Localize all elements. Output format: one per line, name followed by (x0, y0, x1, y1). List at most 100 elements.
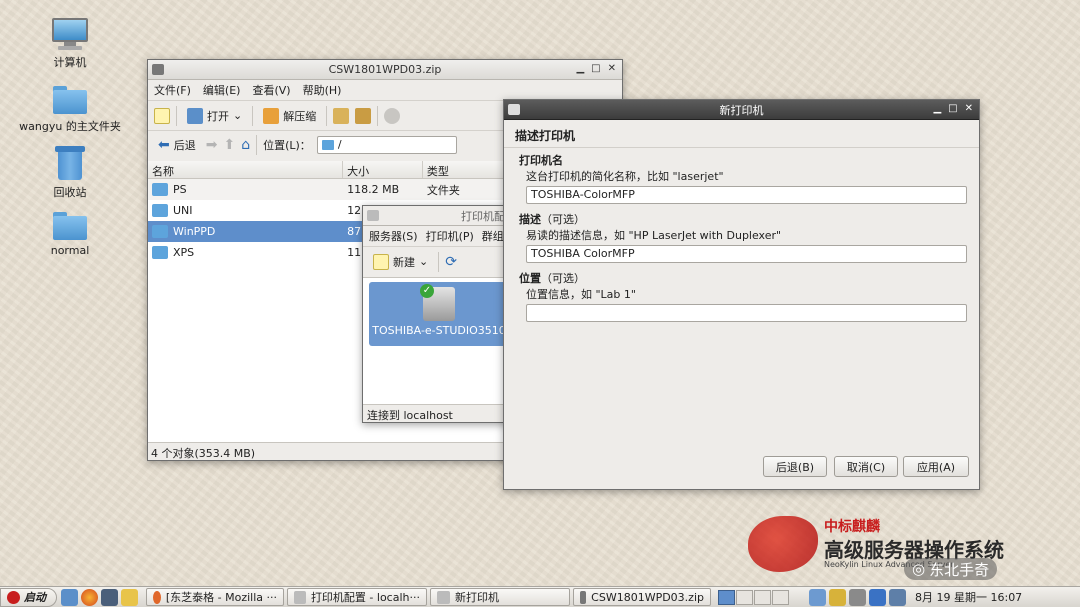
text-editor-icon[interactable] (121, 588, 138, 606)
extract-button[interactable]: 解压缩 (259, 105, 320, 127)
separator (326, 105, 328, 126)
menu-group[interactable]: 群组 (482, 228, 504, 244)
bluetooth-icon[interactable] (869, 588, 886, 606)
home-icon[interactable]: ⌂ (241, 137, 250, 153)
clock[interactable]: 8月 19 星期一 16:07 (915, 589, 1022, 605)
new-archive-icon[interactable] (154, 107, 170, 124)
firefox-icon (153, 590, 161, 604)
taskbar-item-archive[interactable]: CSW1801WPD03.zip (573, 588, 711, 606)
new-printer-dialog: 新打印机 ▁ □ ✕ 描述打印机 打印机名 这台打印机的简化名称，比如 "laser… (503, 99, 980, 490)
separator (176, 105, 177, 126)
desktop-icon-label: 计算机 (53, 56, 87, 69)
printer-item[interactable]: ✓ TOSHIBA-e-STUDIO3510 (369, 282, 509, 346)
window-title: CSW1801WPD03.zip (328, 63, 442, 76)
open-button[interactable]: 打开 ⌄ (183, 105, 246, 127)
file-size: 118.2 MB (347, 183, 400, 196)
forward-arrow-icon[interactable]: ➡ (206, 137, 218, 153)
column-name[interactable]: 名称 (148, 161, 344, 178)
printer-name-input[interactable]: TOSHIBA-ColorMFP (526, 186, 967, 204)
minimize-icon[interactable]: ▁ (576, 63, 584, 74)
firefox-icon[interactable] (81, 588, 98, 606)
refresh-icon[interactable]: ⟳ (445, 254, 457, 270)
location-input[interactable] (526, 304, 967, 322)
name-hint: 这台打印机的简化名称，比如 "laserjet" (526, 170, 724, 183)
taskbar-item-printer-config[interactable]: 打印机配置 - localh··· (287, 588, 427, 606)
back-button[interactable]: 后退(B) (763, 456, 827, 477)
status-text: 连接到 localhost (367, 409, 453, 422)
archive-titlebar[interactable]: CSW1801WPD03.zip ▁ □ ✕ (148, 60, 622, 80)
new-button-label: 新建 (393, 255, 415, 269)
close-icon[interactable]: ✕ (965, 103, 973, 114)
task-label: CSW1801WPD03.zip (591, 590, 704, 604)
add-folder-icon[interactable] (355, 107, 372, 124)
desc-label: 描述 (519, 213, 541, 226)
update-icon[interactable] (829, 588, 846, 606)
extract-icon (263, 107, 280, 124)
new-printer-button[interactable]: 新建 ⌄ (369, 251, 432, 273)
menubar: 文件(F) 编辑(E) 查看(V) 帮助(H) (148, 80, 622, 100)
chevron-down-icon[interactable]: ⌄ (233, 109, 242, 122)
open-button-label: 打开 (207, 109, 229, 123)
desktop-icon-normal[interactable]: normal (15, 212, 125, 257)
display-icon[interactable] (889, 588, 906, 606)
add-files-icon[interactable] (333, 107, 350, 124)
taskbar-item-firefox[interactable]: [东芝泰格 - Mozilla ··· (146, 588, 284, 606)
back-button[interactable]: ⬅ 后退 (154, 134, 200, 156)
folder-icon (152, 246, 168, 260)
separator (256, 134, 258, 155)
location-field[interactable]: / (316, 135, 457, 154)
maximize-icon[interactable]: □ (591, 63, 600, 74)
folder-icon (53, 212, 87, 240)
separator (252, 105, 254, 126)
stop-icon[interactable] (384, 107, 401, 124)
wechat-tag: ◎ 东北手奇 (904, 558, 998, 580)
desktop-icon-computer[interactable]: 计算机 (15, 18, 125, 70)
chevron-down-icon[interactable]: ⌄ (419, 255, 428, 268)
start-button[interactable]: 启动 (0, 587, 57, 607)
desktop-icon-label: normal (50, 244, 90, 257)
wechat-icon: ◎ (912, 560, 926, 578)
location-value: / (337, 138, 342, 151)
desktop-icon-home[interactable]: wangyu 的主文件夹 (15, 86, 125, 134)
window-title: 打印机配 (461, 209, 505, 223)
taskbar-item-new-printer[interactable]: 新打印机 (430, 588, 570, 606)
extract-button-label: 解压缩 (283, 109, 317, 123)
cancel-button[interactable]: 取消(C) (834, 456, 898, 477)
menu-file[interactable]: 文件(F) (154, 82, 191, 98)
loc-label: 位置 (519, 272, 541, 285)
desktop-icon-label: wangyu 的主文件夹 (19, 120, 121, 133)
workspace-switcher[interactable] (718, 589, 789, 605)
desktop-icon-trash[interactable]: 回收站 (15, 146, 125, 200)
menu-help[interactable]: 帮助(H) (303, 82, 342, 98)
menu-server[interactable]: 服务器(S) (369, 228, 418, 244)
terminal-icon[interactable] (101, 588, 118, 606)
menu-printer[interactable]: 打印机(P) (426, 228, 474, 244)
task-label: 新打印机 (455, 591, 499, 604)
back-arrow-icon: ⬅ (158, 136, 170, 153)
open-folder-icon (187, 107, 203, 124)
desc-optional: （可选） (541, 213, 585, 226)
printer-config-titlebar[interactable]: 打印机配 (363, 206, 511, 226)
file-name: XPS (173, 245, 195, 259)
up-arrow-icon[interactable]: ⬆ (223, 137, 235, 153)
minimize-icon[interactable]: ▁ (933, 103, 941, 114)
printer-icon (294, 590, 306, 604)
description-input[interactable]: TOSHIBA ColorMFP (526, 245, 967, 263)
dialog-titlebar[interactable]: 新打印机 ▁ □ ✕ (504, 100, 979, 120)
apply-button[interactable]: 应用(A) (903, 456, 969, 477)
maximize-icon[interactable]: □ (948, 103, 957, 114)
menu-edit[interactable]: 编辑(E) (203, 82, 241, 98)
network-icon[interactable] (809, 588, 826, 606)
home-folder-icon (53, 86, 87, 114)
close-icon[interactable]: ✕ (608, 63, 616, 74)
show-desktop-icon[interactable] (61, 588, 78, 606)
menu-view[interactable]: 查看(V) (252, 82, 290, 98)
status-text: 4 个对象(353.4 MB) (151, 447, 256, 460)
column-size[interactable]: 大小 (343, 161, 423, 178)
volume-icon[interactable] (849, 588, 866, 606)
task-label: [东芝泰格 - Mozilla ··· (165, 591, 277, 604)
menubar: 服务器(S) 打印机(P) 群组 (363, 226, 511, 246)
folder-icon (321, 139, 334, 150)
start-label: 启动 (24, 591, 46, 604)
trash-icon (55, 146, 85, 180)
